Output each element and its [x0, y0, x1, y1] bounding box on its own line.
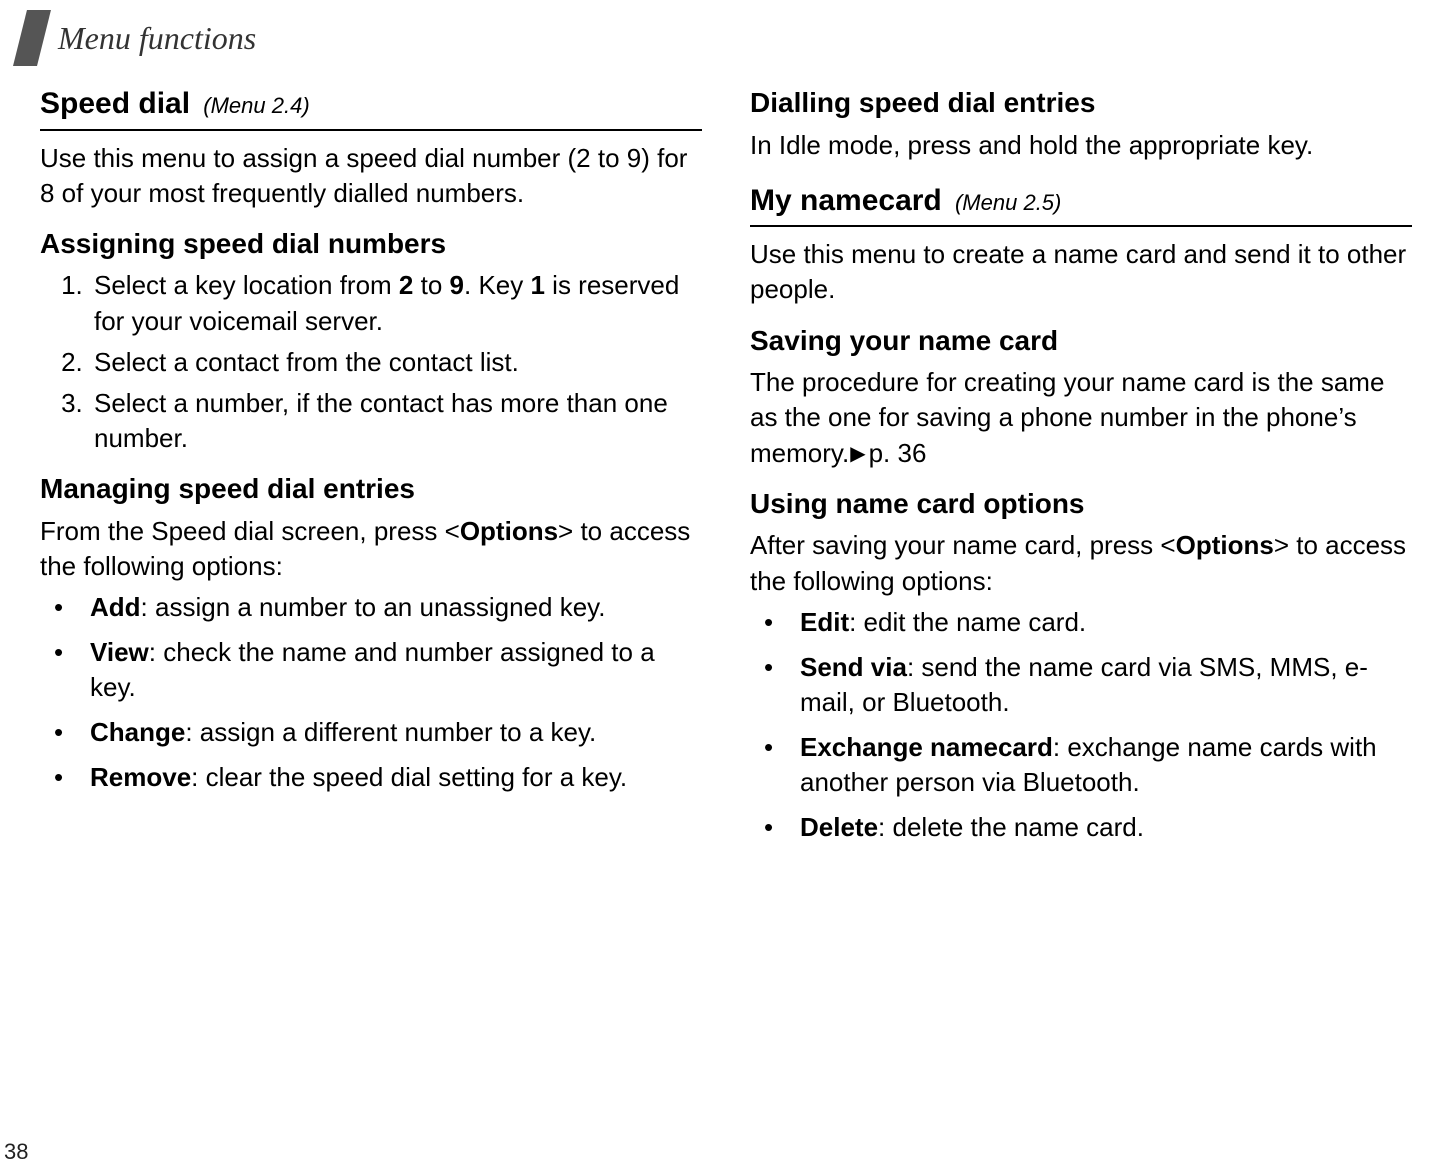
step-1-text-c: . Key [464, 270, 530, 300]
option-add: • Add: assign a number to an unassigned … [40, 590, 702, 625]
saving-text: The procedure for creating your name car… [750, 365, 1412, 470]
dialling-text: In Idle mode, press and hold the appropr… [750, 128, 1412, 163]
bullet-icon: • [750, 605, 800, 640]
dialling-heading: Dialling speed dial entries [750, 84, 1412, 122]
bullet-icon: • [750, 650, 800, 720]
managing-intro: From the Speed dial screen, press <Optio… [40, 514, 702, 584]
using-intro-pre: After saving your name card, press < [750, 530, 1176, 560]
page-header: Menu functions [20, 10, 1412, 66]
section-my-namecard: My namecard (Menu 2.5) Use this menu to … [750, 181, 1412, 845]
saving-heading: Saving your name card [750, 322, 1412, 360]
section-divider [750, 225, 1412, 227]
option-delete-desc: : delete the name card. [878, 812, 1144, 842]
page-content: Menu functions Speed dial (Menu 2.4) Use… [0, 0, 1452, 875]
step-2: Select a contact from the contact list. [90, 345, 702, 380]
managing-intro-options-label: Options [460, 516, 558, 546]
speed-dial-title: Speed dial [40, 87, 190, 120]
bullet-icon: • [40, 760, 90, 795]
option-add-desc: : assign a number to an unassigned key. [141, 592, 606, 622]
bullet-icon: • [40, 715, 90, 750]
option-change: • Change: assign a different number to a… [40, 715, 702, 750]
section-divider [40, 129, 702, 131]
namecard-options-list: • Edit: edit the name card. • Send via: … [750, 605, 1412, 846]
step-1-key-9: 9 [450, 270, 464, 300]
step-1-text-b: to [413, 270, 449, 300]
assigning-heading: Assigning speed dial numbers [40, 225, 702, 263]
step-3: Select a number, if the contact has more… [90, 386, 702, 456]
option-add-label: Add [90, 592, 141, 622]
option-remove-desc: : clear the speed dial setting for a key… [191, 762, 627, 792]
using-intro: After saving your name card, press <Opti… [750, 528, 1412, 598]
namecard-menu-ref: (Menu 2.5) [955, 190, 1061, 215]
step-1-key-1: 1 [530, 270, 544, 300]
managing-intro-pre: From the Speed dial screen, press < [40, 516, 460, 546]
option-exchange-label: Exchange namecard [800, 732, 1053, 762]
option-remove: • Remove: clear the speed dial setting f… [40, 760, 702, 795]
option-view-desc: : check the name and number assigned to … [90, 637, 655, 702]
using-intro-options-label: Options [1176, 530, 1274, 560]
namecard-intro: Use this menu to create a name card and … [750, 237, 1412, 307]
two-column-layout: Speed dial (Menu 2.4) Use this menu to a… [40, 84, 1412, 855]
option-edit-desc: : edit the name card. [849, 607, 1086, 637]
option-delete: • Delete: delete the name card. [750, 810, 1412, 845]
saving-pageref: p. 36 [869, 438, 927, 468]
bullet-icon: • [750, 810, 800, 845]
option-delete-label: Delete [800, 812, 878, 842]
page-number: 38 [4, 1139, 28, 1165]
managing-options-list: • Add: assign a number to an unassigned … [40, 590, 702, 795]
option-edit-label: Edit [800, 607, 849, 637]
option-remove-label: Remove [90, 762, 191, 792]
bullet-icon: • [40, 590, 90, 625]
option-exchange: • Exchange namecard: exchange name cards… [750, 730, 1412, 800]
left-column: Speed dial (Menu 2.4) Use this menu to a… [40, 84, 702, 855]
step-1: Select a key location from 2 to 9. Key 1… [90, 268, 702, 338]
namecard-title: My namecard [750, 184, 942, 217]
header-title: Menu functions [58, 20, 256, 57]
header-tab-decoration [13, 10, 51, 66]
managing-heading: Managing speed dial entries [40, 470, 702, 508]
step-1-text-a: Select a key location from [94, 270, 399, 300]
section-speed-dial: Speed dial (Menu 2.4) Use this menu to a… [40, 84, 702, 795]
step-1-key-2: 2 [399, 270, 413, 300]
right-column: Dialling speed dial entries In Idle mode… [750, 84, 1412, 855]
option-change-label: Change [90, 717, 185, 747]
page-ref-icon: ▶ [850, 441, 865, 468]
option-view: • View: check the name and number assign… [40, 635, 702, 705]
saving-text-body: The procedure for creating your name car… [750, 367, 1384, 467]
assigning-steps-list: Select a key location from 2 to 9. Key 1… [40, 268, 702, 455]
option-edit: • Edit: edit the name card. [750, 605, 1412, 640]
speed-dial-menu-ref: (Menu 2.4) [203, 93, 309, 118]
option-send-via: • Send via: send the name card via SMS, … [750, 650, 1412, 720]
bullet-icon: • [750, 730, 800, 800]
option-change-desc: : assign a different number to a key. [185, 717, 596, 747]
speed-dial-intro: Use this menu to assign a speed dial num… [40, 141, 702, 211]
using-heading: Using name card options [750, 485, 1412, 523]
bullet-icon: • [40, 635, 90, 705]
option-view-label: View [90, 637, 149, 667]
option-send-via-label: Send via [800, 652, 907, 682]
